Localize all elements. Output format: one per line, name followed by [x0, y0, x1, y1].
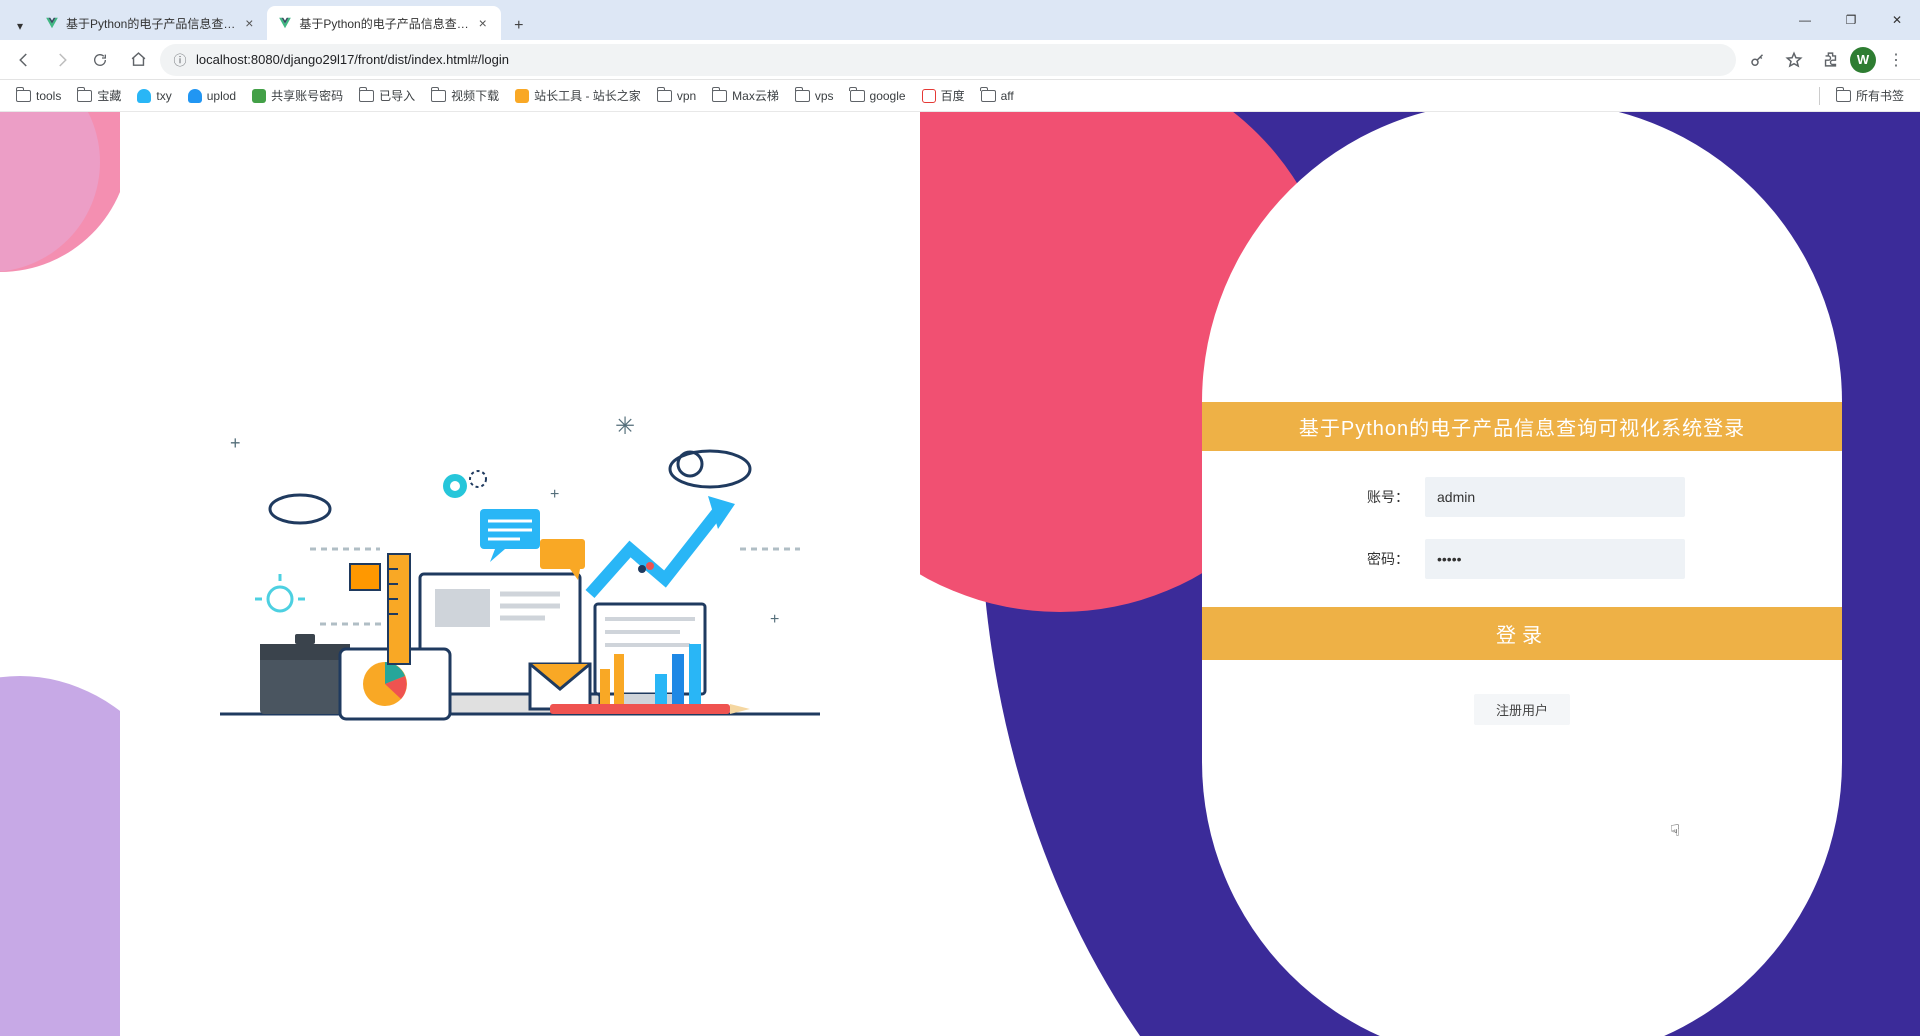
bookmark-aff[interactable]: aff: [975, 85, 1020, 107]
bookmark-uplod[interactable]: uplod: [182, 85, 242, 107]
address-bar[interactable]: ⓘ localhost:8080/django29l17/front/dist/…: [160, 44, 1736, 76]
svg-text:+: +: [550, 486, 559, 503]
tab-strip: ▾ 基于Python的电子产品信息查… × 基于Python的电子产品信息查… …: [0, 0, 1920, 40]
password-key-icon[interactable]: [1742, 44, 1774, 76]
login-form: 账号： 密码：: [1202, 477, 1842, 579]
cloud-icon: [137, 89, 151, 103]
sheets-icon: [252, 89, 266, 103]
site-info-icon[interactable]: ⓘ: [172, 52, 188, 68]
bookmark-tools[interactable]: tools: [10, 85, 67, 107]
baidu-icon: [922, 89, 936, 103]
password-label: 密码：: [1359, 549, 1409, 569]
bookmark-google[interactable]: google: [844, 85, 912, 107]
folder-icon: [712, 90, 727, 102]
extensions-icon[interactable]: [1814, 44, 1846, 76]
minimize-button[interactable]: —: [1782, 0, 1828, 40]
password-row: 密码：: [1359, 539, 1685, 579]
svg-text:+: +: [230, 433, 241, 453]
username-row: 账号：: [1359, 477, 1685, 517]
bookmark-max-cloud[interactable]: Max云梯: [706, 83, 785, 108]
password-input[interactable]: [1425, 539, 1685, 579]
window-controls: — ❐ ✕: [1782, 0, 1920, 40]
site-icon: [515, 89, 529, 103]
register-user-link[interactable]: 注册用户: [1474, 694, 1570, 725]
illustration-panel: + + + ✳: [120, 112, 920, 1036]
nav-forward-button[interactable]: [46, 44, 78, 76]
login-card: 基于Python的电子产品信息查询可视化系统登录 账号： 密码： 登录 注册用户: [1202, 112, 1842, 1036]
bookmark-txy[interactable]: txy: [131, 85, 177, 107]
close-window-button[interactable]: ✕: [1874, 0, 1920, 40]
tab-close-icon[interactable]: ×: [241, 15, 257, 31]
folder-icon: [657, 90, 672, 102]
vue-favicon-icon: [44, 15, 60, 31]
chrome-menu-icon[interactable]: ⋮: [1880, 44, 1912, 76]
bookmarks-bar: tools 宝藏 txy uplod 共享账号密码 已导入 视频下载 站长工具 …: [0, 80, 1920, 112]
profile-avatar[interactable]: W: [1850, 47, 1876, 73]
svg-text:+: +: [770, 611, 779, 628]
tab-active[interactable]: 基于Python的电子产品信息查… ×: [267, 6, 500, 40]
bookmark-vps[interactable]: vps: [789, 85, 840, 107]
bookmark-zhanzhang[interactable]: 站长工具 - 站长之家: [509, 83, 647, 108]
folder-icon: [431, 90, 446, 102]
nav-reload-button[interactable]: [84, 44, 116, 76]
folder-icon: [77, 90, 92, 102]
username-input[interactable]: [1425, 477, 1685, 517]
folder-icon: [359, 90, 374, 102]
folder-icon: [981, 90, 996, 102]
bookmark-star-icon[interactable]: [1778, 44, 1810, 76]
tab-title: 基于Python的电子产品信息查…: [299, 15, 468, 32]
username-label: 账号：: [1359, 487, 1409, 507]
maximize-button[interactable]: ❐: [1828, 0, 1874, 40]
bookmark-all-bookmarks[interactable]: 所有书签: [1830, 83, 1910, 108]
url-text: localhost:8080/django29l17/front/dist/in…: [196, 52, 509, 67]
folder-icon: [850, 90, 865, 102]
nav-home-button[interactable]: [122, 44, 154, 76]
login-title: 基于Python的电子产品信息查询可视化系统登录: [1202, 402, 1842, 451]
folder-icon: [795, 90, 810, 102]
tab-title: 基于Python的电子产品信息查…: [66, 15, 235, 32]
bookmark-baozang[interactable]: 宝藏: [71, 83, 127, 108]
bookmark-shared-accounts[interactable]: 共享账号密码: [246, 83, 349, 108]
tabs-dropdown-icon[interactable]: ▾: [6, 12, 34, 40]
folder-icon: [1836, 90, 1851, 102]
folder-icon: [16, 90, 31, 102]
analytics-illustration: + + + ✳: [200, 394, 840, 754]
svg-text:✳: ✳: [615, 413, 635, 440]
new-tab-button[interactable]: +: [505, 12, 533, 40]
cloud-icon: [188, 89, 202, 103]
bookmark-baidu[interactable]: 百度: [916, 83, 971, 108]
bg-blob-pink-topleft2: [0, 112, 100, 272]
bookmark-imported[interactable]: 已导入: [353, 83, 421, 108]
tab-close-icon[interactable]: ×: [475, 15, 491, 31]
bookmark-vpn[interactable]: vpn: [651, 85, 702, 107]
bookmark-divider: [1819, 87, 1820, 105]
page-content: + + + ✳ 基于Python的电子产品信息查询可视化系统登录 账号：: [0, 112, 1920, 1036]
vue-favicon-icon: [277, 15, 293, 31]
login-submit-button[interactable]: 登录: [1202, 607, 1842, 660]
address-bar-row: ⓘ localhost:8080/django29l17/front/dist/…: [0, 40, 1920, 80]
tab-inactive[interactable]: 基于Python的电子产品信息查… ×: [34, 6, 267, 40]
bookmark-video-download[interactable]: 视频下载: [425, 83, 505, 108]
nav-back-button[interactable]: [8, 44, 40, 76]
